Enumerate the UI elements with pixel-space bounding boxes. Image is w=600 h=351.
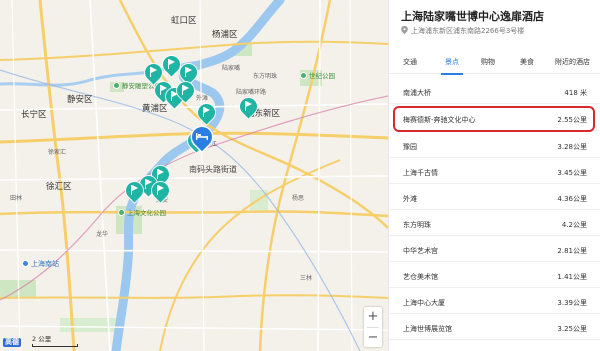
flag-icon (245, 101, 253, 111)
tab-food[interactable]: 美食 (520, 57, 534, 67)
tab-nearby-hotels[interactable]: 附近的酒店 (555, 57, 590, 67)
flag-icon (203, 107, 211, 117)
flag-icon (182, 85, 190, 95)
attraction-marker[interactable] (148, 178, 173, 203)
map-label-century-park: 世纪公园 (300, 72, 335, 80)
attraction-name: 中华艺术宫 (403, 247, 438, 255)
map-provider-logo: 高德 (3, 338, 21, 347)
hotel-address: 上海浦东新区浦东南路2266号3号楼 (401, 26, 524, 36)
map-label-jingan: 静安区 (67, 95, 93, 105)
map-label-south-station: 上海南站 (22, 260, 59, 268)
zoom-in-button[interactable]: + (364, 307, 382, 327)
zoom-controls: + − (364, 307, 382, 347)
active-tab-indicator (441, 73, 463, 75)
train-station-icon (22, 260, 29, 267)
location-pin-icon (401, 26, 408, 34)
map-label-changning: 长宁区 (21, 110, 47, 120)
attraction-row[interactable]: 东方明珠 4.2公里 (389, 212, 600, 236)
flag-icon (168, 59, 176, 69)
map-label-yangpu: 杨浦区 (212, 30, 238, 40)
map-label-yangsi: 杨思 (292, 195, 305, 202)
flag-icon (157, 185, 165, 195)
attraction-marker[interactable] (194, 100, 219, 125)
hotel-info-panel: 上海陆家嘴世博中心逸扉酒店 上海浦东新区浦东南路2266号3号楼 交通 景点 购… (388, 0, 600, 351)
map-label-huangpu: 黄浦区 (142, 104, 168, 114)
flag-icon (131, 185, 139, 195)
attraction-distance: 3.39公里 (557, 299, 587, 307)
attraction-marker[interactable] (173, 78, 198, 103)
attraction-row[interactable]: 上海世博展览馆 3.25公里 (389, 316, 600, 340)
map-label-culture-park: 上海文化公园 (118, 209, 166, 217)
attraction-distance: 3.28公里 (557, 143, 587, 151)
map-label-dongfang: 东方明珠 (253, 73, 278, 80)
map-label-tianlin: 田林 (10, 195, 23, 202)
map-label-bund: 外滩 (196, 95, 209, 102)
map-label-longhua: 龙华 (96, 231, 109, 238)
bed-icon (196, 133, 208, 140)
attraction-name: 上海世博展览馆 (403, 325, 452, 333)
attraction-distance: 418 米 (564, 89, 587, 97)
attraction-row[interactable]: 南浦大桥 418 米 (389, 80, 600, 104)
zoom-out-button[interactable]: − (364, 328, 382, 348)
category-tabs: 交通 景点 购物 美食 附近的酒店 (389, 44, 600, 75)
attraction-row[interactable]: 豫园 3.28公里 (389, 134, 600, 158)
attraction-row[interactable]: 中华艺术宫 2.81公里 (389, 238, 600, 262)
attraction-row[interactable]: 上海中心大厦 3.39公里 (389, 290, 600, 314)
attraction-name: 艺仓美术馆 (403, 273, 438, 281)
attraction-row[interactable]: 外滩 4.36公里 (389, 186, 600, 210)
park-icon (300, 72, 307, 79)
hotel-title: 上海陆家嘴世博中心逸扉酒店 (401, 10, 544, 23)
flag-icon (150, 67, 158, 77)
selected-attraction-highlight (393, 106, 595, 132)
map-scale: 2 公里 (32, 333, 78, 347)
attraction-distance: 4.36公里 (557, 195, 587, 203)
tab-attractions[interactable]: 景点 (445, 57, 459, 67)
attraction-marker[interactable] (176, 60, 201, 85)
park-icon (118, 209, 125, 216)
attraction-marker[interactable] (236, 94, 261, 119)
attraction-distance: 1.41公里 (557, 273, 587, 281)
scale-bar (32, 344, 78, 347)
flag-icon (185, 67, 193, 77)
map-view[interactable]: 虹口区 杨浦区 长宁区 静安区 徐汇区 黄浦区 浦东新区 静安雕塑公园 滨江 外… (0, 0, 388, 351)
hotel-address-text: 上海浦东新区浦东南路2266号3号楼 (411, 27, 525, 35)
flag-icon (157, 169, 165, 179)
tab-shopping[interactable]: 购物 (481, 57, 495, 67)
map-label-xujiahui: 徐家汇 (48, 149, 67, 156)
hotel-map-page: 虹口区 杨浦区 长宁区 静安区 徐汇区 黄浦区 浦东新区 静安雕塑公园 滨江 外… (0, 0, 600, 351)
park-icon (113, 82, 120, 89)
map-base (0, 0, 388, 351)
attraction-name: 豫园 (403, 143, 417, 151)
attraction-marker[interactable] (141, 60, 166, 85)
scale-label: 2 公里 (32, 335, 52, 343)
attraction-name: 南浦大桥 (403, 89, 431, 97)
attraction-distance: 4.2公里 (561, 221, 587, 229)
map-label-xuhui: 徐汇区 (46, 182, 72, 192)
tab-transport[interactable]: 交通 (403, 57, 417, 67)
hotel-marker[interactable] (187, 122, 217, 152)
attraction-name: 上海千古情 (403, 169, 438, 177)
map-label-nanmatou: 南码头路街道 (189, 165, 237, 174)
attraction-name: 东方明珠 (403, 221, 431, 229)
attraction-row[interactable]: 上海千古情 3.45公里 (389, 160, 600, 184)
attraction-distance: 2.81公里 (557, 247, 587, 255)
attraction-distance: 3.25公里 (557, 325, 587, 333)
map-label-sanlin: 三林 (300, 275, 313, 282)
attraction-marker[interactable] (122, 178, 147, 203)
map-label-lujiazui: 陆家嘴 (222, 65, 241, 72)
attraction-name: 上海中心大厦 (403, 299, 445, 307)
attraction-name: 外滩 (403, 195, 417, 203)
attraction-row[interactable]: 艺仓美术馆 1.41公里 (389, 264, 600, 288)
map-label-lujiazui-huanlu: 陆家嘴环路 (236, 89, 267, 96)
attraction-marker[interactable] (159, 52, 184, 77)
map-label-hongkou: 虹口区 (171, 16, 197, 26)
attraction-distance: 3.45公里 (557, 169, 587, 177)
